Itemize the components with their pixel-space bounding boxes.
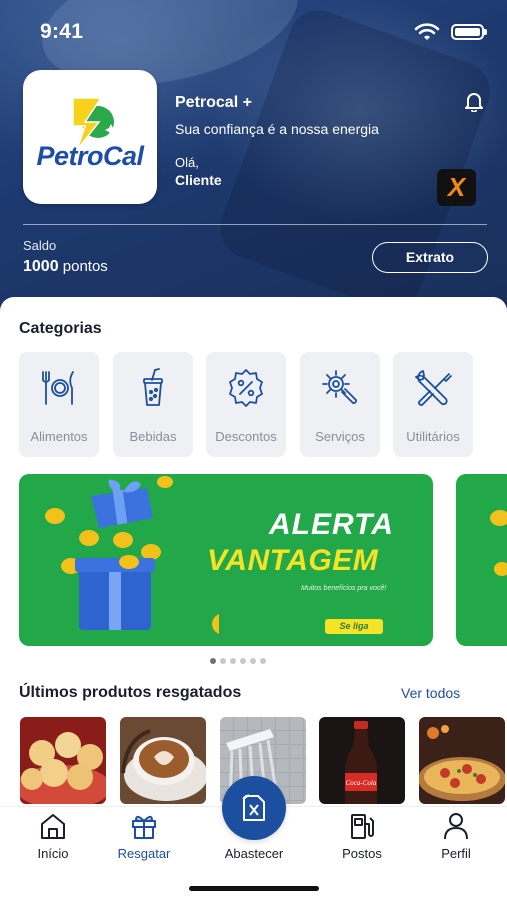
category-servicos[interactable]: Serviços: [300, 352, 380, 457]
balance-points: 1000: [23, 258, 59, 275]
pager-dot[interactable]: [230, 658, 236, 664]
partner-badge[interactable]: X: [437, 169, 476, 206]
product-thumb-cheese-bread[interactable]: [20, 717, 106, 804]
nav-label-abastecer[interactable]: Abastecer: [204, 846, 304, 861]
bell-icon[interactable]: [463, 90, 485, 112]
category-alimentos[interactable]: Alimentos: [19, 352, 99, 457]
cheese-bread-image: [20, 717, 106, 804]
home-indicator: [189, 886, 319, 891]
categories-title: Categorias: [19, 320, 102, 337]
cutlery-plate-icon: [42, 371, 74, 405]
pager-dot[interactable]: [260, 658, 266, 664]
logo-emblem-icon: [72, 97, 117, 151]
discount-badge-icon: [229, 369, 263, 407]
logo-text: PetroCal: [36, 141, 144, 171]
user-name: Cliente: [175, 172, 222, 188]
refuel-button[interactable]: [222, 776, 286, 840]
pizza-image: [419, 717, 505, 804]
nav-label: Postos: [342, 846, 382, 861]
greeting: Olá,: [175, 155, 199, 170]
nav-inicio[interactable]: Início: [13, 806, 93, 866]
nav-resgatar[interactable]: Resgatar: [104, 806, 184, 866]
svg-text:Coca-Cola: Coca-Cola: [346, 779, 377, 787]
product-thumb-coffee[interactable]: [120, 717, 206, 804]
category-label: Alimentos: [30, 429, 88, 444]
status-time: 9:41: [40, 20, 84, 43]
gift-coins-illustration: [45, 476, 219, 634]
pager-dot-active[interactable]: [210, 658, 216, 664]
product-thumb-pizza[interactable]: [419, 717, 505, 804]
brand-logo: PetroCal: [23, 70, 157, 204]
tools-icon: [415, 370, 452, 406]
wifi-icon: [414, 23, 440, 40]
brand-name: Petrocal +: [175, 94, 252, 111]
banner-cta-button[interactable]: Se liga: [325, 619, 383, 634]
promo-banner-next[interactable]: [456, 474, 507, 646]
nav-postos[interactable]: Postos: [322, 806, 402, 866]
balance-value: 1000 pontos: [23, 258, 108, 276]
category-descontos[interactable]: Descontos: [206, 352, 286, 457]
promo-banner[interactable]: ALERTA VANTAGEM Muitos benefícios pra vo…: [19, 474, 433, 646]
pager-dot[interactable]: [250, 658, 256, 664]
coffee-image: [120, 717, 206, 804]
divider: [23, 224, 487, 225]
category-bebidas[interactable]: Bebidas: [113, 352, 193, 457]
category-label: Descontos: [215, 429, 277, 444]
home-icon: [41, 814, 65, 839]
drink-cup-icon: [143, 368, 163, 406]
pager-dot[interactable]: [220, 658, 226, 664]
coins-illustration: [490, 510, 507, 576]
pager-dot[interactable]: [240, 658, 246, 664]
fuel-can-icon: [242, 794, 265, 821]
soda-image: Coca-Cola: [319, 717, 405, 804]
banner-subtitle: Muitos benefícios pra você!: [301, 585, 387, 592]
banner-title-line2: VANTAGEM: [207, 544, 379, 577]
product-thumb-soda[interactable]: Coca-Cola: [319, 717, 405, 804]
user-icon: [444, 813, 468, 840]
category-label: Utilitários: [406, 429, 460, 444]
balance-label: Saldo: [23, 238, 57, 253]
battery-icon: [451, 24, 487, 40]
nav-label: Início: [37, 846, 69, 861]
see-all-link[interactable]: Ver todos: [401, 685, 460, 701]
brand-slogan: Sua confiança é a nossa energia: [175, 121, 379, 137]
statement-button[interactable]: Extrato: [372, 242, 488, 273]
category-label: Serviços: [315, 429, 365, 444]
status-bar: 9:41: [0, 0, 507, 60]
nav-perfil[interactable]: Perfil: [416, 806, 496, 866]
nav-label: Perfil: [441, 846, 471, 861]
gear-wrench-icon: [322, 370, 357, 404]
balance-unit: pontos: [62, 258, 108, 275]
banner-title-line1: ALERTA: [269, 508, 394, 541]
recent-products-title: Últimos produtos resgatados: [19, 684, 242, 701]
category-utilitarios[interactable]: Utilitários: [393, 352, 473, 457]
nav-label: Resgatar: [117, 846, 171, 861]
gift-icon: [132, 815, 156, 839]
category-label: Bebidas: [129, 429, 177, 444]
fuel-pump-icon: [351, 814, 374, 839]
